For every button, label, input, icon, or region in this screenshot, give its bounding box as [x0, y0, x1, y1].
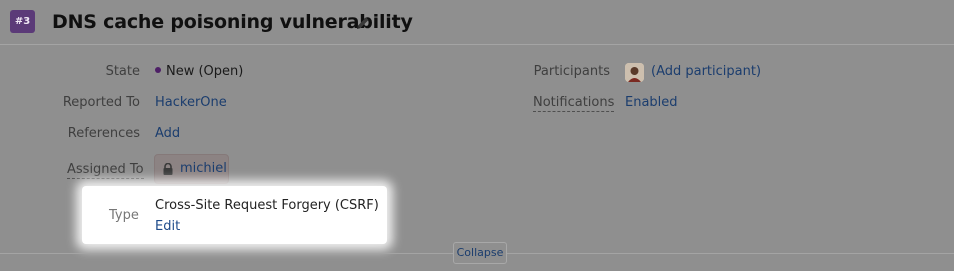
type-value: Cross-Site Request Forgery (CSRF)	[155, 198, 379, 213]
state-text: New (Open)	[166, 64, 244, 79]
reported-to-link[interactable]: HackerOne	[155, 95, 227, 110]
lock-icon	[163, 163, 173, 175]
pencil-icon[interactable]	[355, 15, 371, 31]
assignee-name[interactable]: michiel	[180, 161, 227, 176]
assigned-to-label[interactable]: Assigned To	[67, 162, 144, 179]
type-edit-link[interactable]: Edit	[155, 219, 180, 234]
avatar-image	[625, 63, 644, 82]
add-reference-link[interactable]: Add	[155, 126, 180, 141]
participants-label: Participants	[533, 64, 610, 79]
notifications-value[interactable]: Enabled	[625, 95, 678, 110]
notifications-label[interactable]: Notifications	[533, 95, 615, 112]
state-value: New (Open)	[155, 64, 243, 79]
type-field-highlight: Type Cross-Site Request Forgery (CSRF) E…	[82, 186, 387, 244]
collapse-button[interactable]: Collapse	[453, 242, 507, 264]
issue-number-badge: #3	[10, 10, 35, 33]
type-label: Type	[109, 208, 139, 223]
reported-to-label: Reported To	[62, 95, 140, 110]
avatar[interactable]	[625, 63, 644, 82]
state-label: State	[105, 64, 140, 79]
header-divider	[0, 44, 954, 45]
state-dot	[155, 67, 161, 73]
add-participant-link[interactable]: (Add participant)	[651, 64, 761, 79]
assignee-chip[interactable]: michiel	[154, 154, 229, 184]
references-label: References	[67, 126, 140, 141]
